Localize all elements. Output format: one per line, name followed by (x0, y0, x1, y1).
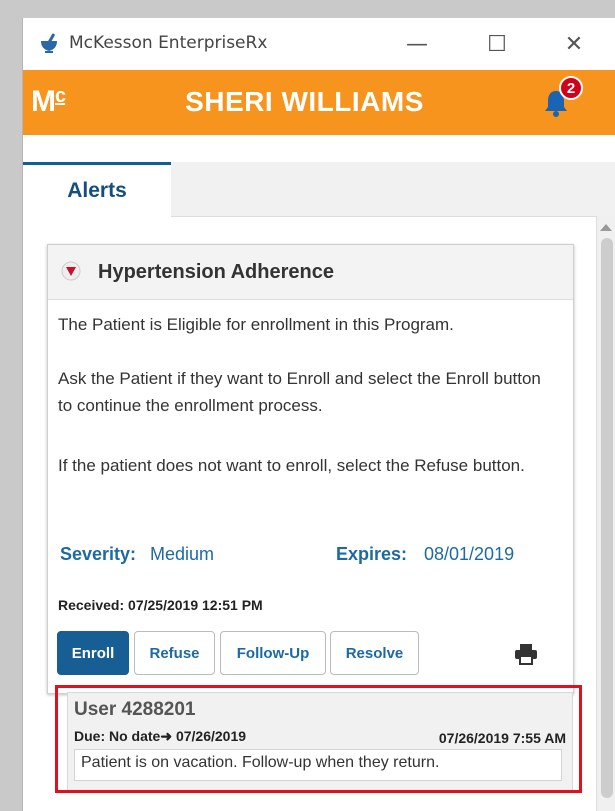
patient-name: SHERI WILLIAMS (185, 86, 424, 117)
severity-value: Medium (150, 544, 215, 564)
enroll-button[interactable]: Enroll (57, 631, 129, 675)
severity-label: Severity: (60, 544, 137, 564)
alert-paragraph-eligible: The Patient is Eligible for enrollment i… (58, 315, 454, 334)
maximize-button[interactable]: ☐ (477, 26, 517, 62)
window-title: McKesson EnterpriseRx (69, 33, 268, 53)
close-button[interactable]: ✕ (554, 26, 594, 62)
printer-icon[interactable] (514, 643, 538, 665)
expires-label: Expires: (336, 544, 408, 564)
scroll-up-arrow-icon[interactable] (600, 224, 612, 231)
notification-badge: 2 (559, 76, 583, 100)
alert-paragraph-ask: Ask the Patient if they want to Enroll a… (58, 369, 541, 415)
minimize-button[interactable]: — (397, 26, 437, 62)
tab-bar: Alerts (23, 162, 615, 217)
follow-up-button[interactable]: Follow-Up (220, 631, 326, 675)
alert-card: Hypertension Adherence The Patient is El… (47, 244, 574, 694)
alert-title: Hypertension Adherence (98, 261, 334, 283)
alert-triangle-icon (61, 261, 81, 281)
header-spacer (23, 135, 615, 165)
alert-card-header: Hypertension Adherence (48, 245, 573, 300)
mortar-pestle-icon (41, 33, 57, 53)
app-header: Mc SHERI WILLIAMS 2 (23, 70, 615, 135)
highlight-box (55, 685, 582, 793)
expires-value: 08/01/2019 (424, 544, 515, 564)
tab-alerts[interactable]: Alerts (23, 162, 171, 217)
title-bar: McKesson EnterpriseRx — ☐ ✕ (23, 18, 615, 70)
resolve-button[interactable]: Resolve (330, 631, 419, 675)
scroll-thumb[interactable] (601, 238, 613, 798)
vertical-scrollbar[interactable] (596, 216, 615, 811)
app-window: McKesson EnterpriseRx — ☐ ✕ Mc SHERI WIL… (22, 18, 615, 811)
refuse-button[interactable]: Refuse (134, 631, 215, 675)
received-timestamp: Received: 07/25/2019 12:51 PM (58, 597, 263, 613)
alert-paragraph-refuse: If the patient does not want to enroll, … (58, 456, 525, 475)
